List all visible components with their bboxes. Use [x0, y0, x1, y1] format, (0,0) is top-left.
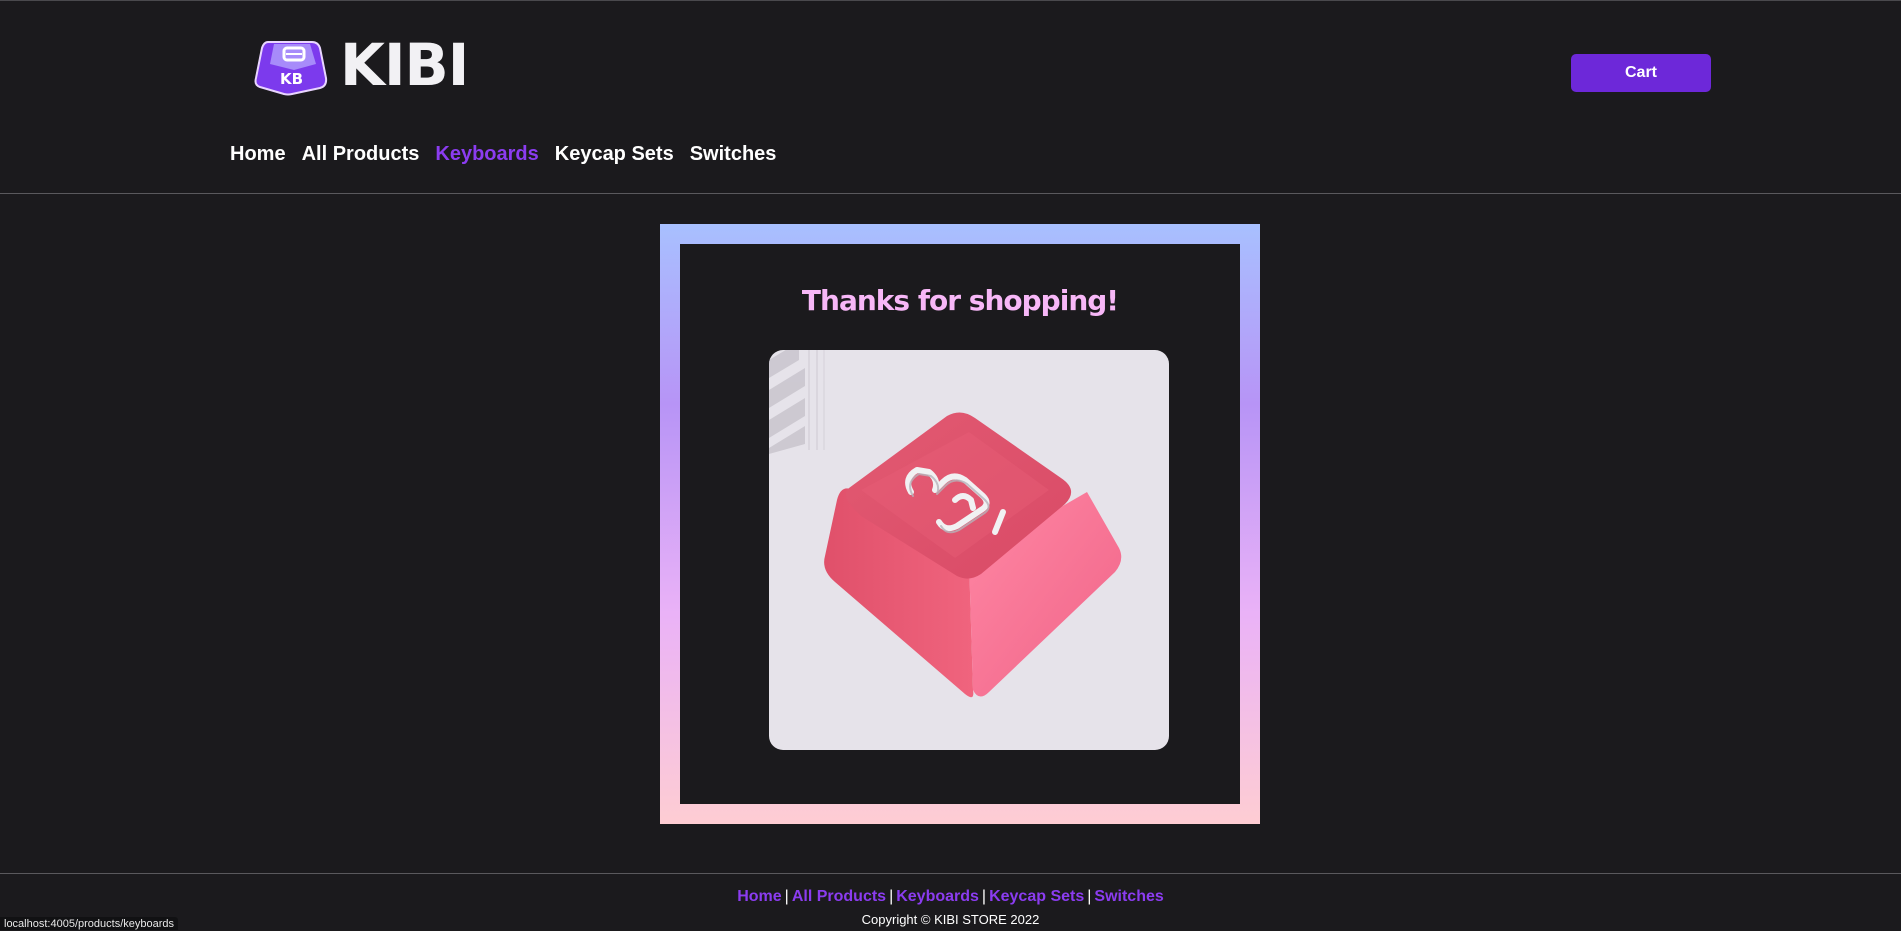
footer-separator: | [1087, 888, 1092, 905]
thank-you-card-inner: Thanks for shopping! [680, 244, 1240, 804]
site-footer: Home | All Products | Keyboards | Keycap Sets |… [0, 873, 1901, 930]
nav-home[interactable]: Home [230, 140, 286, 168]
logo-link[interactable]: KB KIBI [254, 31, 469, 99]
footer-separator: | [889, 888, 894, 905]
nav-keycap-sets[interactable]: Keycap Sets [555, 140, 674, 168]
footer-separator: | [784, 888, 789, 905]
copyright-text: Copyright © KIBI STORE 2022 [861, 912, 1040, 927]
pink-keycap-image [769, 350, 1169, 750]
footer-link-home[interactable]: Home [737, 888, 781, 905]
footer-link-all-products[interactable]: All Products [792, 888, 886, 905]
keycap-logo-icon: KB [254, 41, 328, 96]
cart-button[interactable]: Cart [1571, 54, 1711, 92]
brand-name: KIBI [340, 31, 469, 99]
nav-switches[interactable]: Switches [690, 140, 777, 168]
nav-all-products[interactable]: All Products [302, 140, 420, 168]
footer-link-switches[interactable]: Switches [1094, 888, 1163, 905]
logo-icon-letters: KB [280, 70, 303, 88]
browser-status-url: localhost:4005/products/keyboards [0, 917, 178, 930]
nav-keyboards[interactable]: Keyboards [435, 140, 538, 168]
footer-separator: | [981, 888, 987, 905]
thank-you-heading: Thanks for shopping! [801, 284, 1119, 317]
footer-link-keyboards[interactable]: Keyboards [896, 888, 979, 905]
footer-links: Home | All Products | Keyboards | Keycap Sets |… [0, 888, 1901, 906]
thank-you-card: Thanks for shopping! [660, 224, 1260, 824]
main-nav: Home All Products Keyboards Keycap Sets … [230, 140, 792, 168]
footer-link-keycap-sets[interactable]: Keycap Sets [989, 888, 1084, 905]
site-header: KB KIBI Cart Home All Products Keyboards… [0, 0, 1901, 194]
